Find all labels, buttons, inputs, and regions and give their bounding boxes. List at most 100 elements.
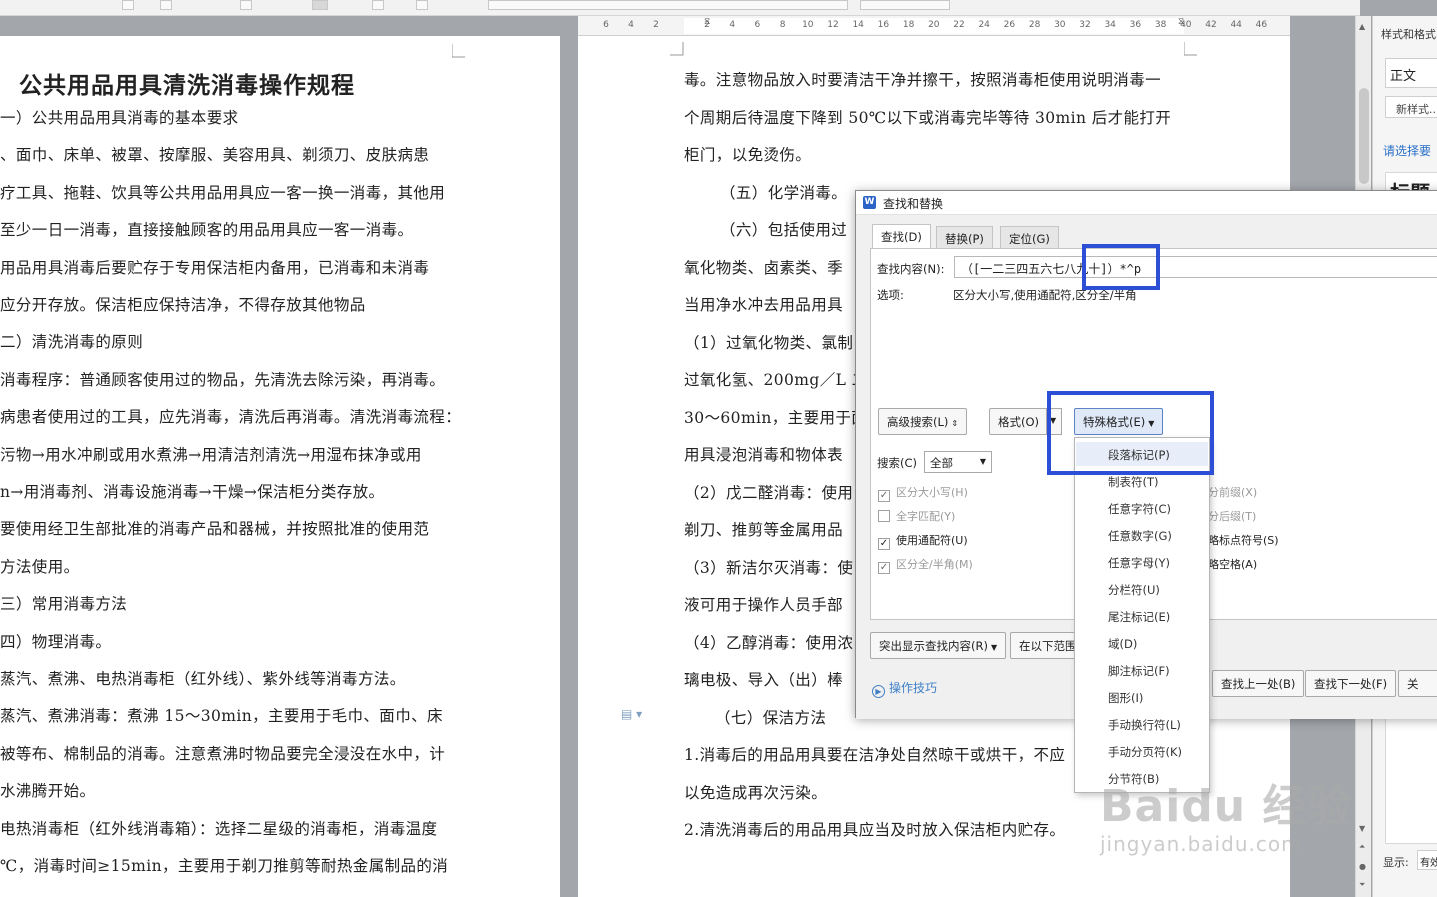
- match-prefix-checkbox[interactable]: 分前缀(X): [1208, 484, 1257, 500]
- ruler-tick-label: 6: [754, 20, 761, 30]
- use-wildcards-checkbox[interactable]: ✓ 使用通配符(U): [878, 532, 968, 550]
- document-page-left[interactable]: 公共用品用具清洗消毒操作规程 一）公共用品用具消毒的基本要求 、面巾、床单、被罩、…: [0, 36, 560, 897]
- body-text-line: 污物→用水冲刷或用水煮沸→用清洁剂清洗→用湿布抹净或用: [0, 445, 422, 464]
- toolbar-button[interactable]: [160, 0, 172, 10]
- highlight-results-label: 突出显示查找内容(R): [879, 639, 988, 653]
- right-indent-marker-icon[interactable]: ⧖: [1178, 17, 1184, 27]
- ruler-tick-label: 28: [1028, 20, 1041, 30]
- find-previous-button[interactable]: 查找上一处(B): [1212, 670, 1305, 697]
- body-text-line: 氧化物类、卤素类、季: [684, 258, 844, 277]
- ruler-tick-label: 46: [1255, 20, 1268, 30]
- search-direction-select[interactable]: 全部 ▼: [924, 451, 992, 473]
- select-browse-icon[interactable]: ●: [1359, 862, 1366, 871]
- ruler-tick-label: 42: [1205, 20, 1217, 30]
- special-menu-item[interactable]: 域(D): [1076, 631, 1208, 655]
- body-text-line: 电热消毒柜（红外线消毒箱）：选择二星级的消毒柜，消毒温度: [0, 819, 438, 838]
- ruler-tick-label: 2: [653, 20, 659, 30]
- document-icon[interactable]: ▤ ▾: [621, 707, 642, 721]
- indent-marker-icon[interactable]: ⧖: [704, 17, 710, 27]
- ruler-tick-label: 30: [1054, 20, 1066, 30]
- show-select[interactable]: 有效: [1417, 850, 1437, 870]
- baidu-watermark: Baidu 经验 jingyan.baidu.com: [1100, 770, 1352, 856]
- close-button[interactable]: 关: [1398, 670, 1437, 697]
- toolbar-button[interactable]: [372, 0, 384, 10]
- page-corner-mark: [452, 44, 465, 58]
- body-text-line: 过氧化氢、200mg／L 二: [684, 371, 868, 389]
- body-text-line: 、面巾、床单、被罩、按摩服、美容用具、剃须刀、皮肤病患: [0, 146, 430, 165]
- match-case-checkbox[interactable]: ✓ 区分大小写(H): [878, 484, 968, 502]
- advanced-search-button[interactable]: 高级搜索(L) ⇕: [878, 408, 968, 435]
- body-text-line: 二）清洗消毒的原则: [0, 333, 144, 352]
- toolbar-button[interactable]: [122, 0, 134, 10]
- tab-replace[interactable]: 替换(P): [936, 226, 993, 248]
- toolbar-button[interactable]: [240, 0, 252, 10]
- styles-hint: 请选择要: [1383, 144, 1432, 158]
- horizontal-ruler[interactable]: 6 4 2 2 4 6 8 10 12 14 16 18 20 22 24 26 28 30 32 34 36 38 40 4…: [578, 16, 1290, 36]
- ruler-tick-label: 20: [928, 20, 940, 30]
- checkbox-checked-icon: ✓: [878, 490, 890, 502]
- highlight-results-button[interactable]: 突出显示查找内容(R) ▼: [870, 632, 1007, 659]
- body-text-line: 1.消毒后的用品用具要在洁净处自然晾干或烘干，不应: [684, 746, 1066, 764]
- current-style-select[interactable]: 正文: [1385, 58, 1437, 88]
- whole-word-checkbox[interactable]: 全字匹配(Y): [878, 508, 955, 524]
- ruler-tick-label: 32: [1079, 20, 1091, 30]
- body-text-line: 蒸汽、煮沸消毒：煮沸 15～30min，主要用于毛巾、面巾、床: [0, 707, 443, 726]
- body-text-line: 疗工具、拖鞋、饮具等公共用品用具应一客一换一消毒，其他用: [0, 183, 446, 202]
- special-menu-item[interactable]: 脚注标记(F): [1076, 658, 1208, 682]
- dialog-titlebar[interactable]: W 查找和替换: [856, 191, 1437, 215]
- find-what-input[interactable]: （[一二三四五六七八九十]）*^p: [954, 256, 1437, 278]
- find-what-label: 查找内容(N):: [877, 262, 945, 276]
- body-text-line: 四）物理消毒。: [0, 632, 112, 651]
- toolbar-button[interactable]: [312, 0, 328, 10]
- body-text-line: 剃刀、推剪等金属用品: [684, 521, 844, 539]
- special-menu-item[interactable]: 任意字母(Y): [1076, 550, 1208, 574]
- tips-link[interactable]: ▶ 操作技巧: [872, 679, 937, 698]
- ignore-spaces-checkbox[interactable]: 略空格(A): [1208, 556, 1257, 572]
- body-text-line: （3）新洁尔灭消毒：使: [684, 558, 854, 577]
- body-text-line: ℃，消毒时间≥15min，主要用于剃刀推剪等耐热金属制品的消: [0, 857, 449, 875]
- tab-find[interactable]: 查找(D): [872, 224, 931, 249]
- ignore-punctuation-checkbox[interactable]: 略标点符号(S): [1208, 532, 1279, 548]
- prev-page-icon[interactable]: ⏶: [1359, 842, 1365, 852]
- dialog-title: 查找和替换: [883, 197, 944, 211]
- body-text-line: （4）乙醇消毒：使用浓: [684, 633, 854, 652]
- special-menu-item[interactable]: 手动分页符(K): [1076, 739, 1208, 763]
- scroll-up-icon[interactable]: ▲: [1359, 22, 1365, 31]
- special-menu-item[interactable]: 任意字符(C): [1076, 496, 1208, 520]
- special-menu-item[interactable]: 任意数字(G): [1076, 523, 1208, 547]
- body-text-line: （2）戊二醛消毒：使用: [684, 483, 854, 502]
- style-gallery[interactable]: [488, 0, 848, 10]
- toolbar-button[interactable]: [416, 0, 428, 10]
- body-text-line: 要使用经卫生部批准的消毒产品和器械，并按照批准的使用范: [0, 520, 430, 539]
- match-width-checkbox[interactable]: ✓ 区分全/半角(M): [878, 556, 973, 574]
- body-text-line: 毒。注意物品放入时要清洁干净并擦干，按照消毒柜使用说明消毒一: [684, 71, 1162, 89]
- body-text-line: 以免造成再次污染。: [684, 783, 828, 802]
- checkbox-checked-icon: ✓: [878, 562, 890, 574]
- next-page-icon[interactable]: ⏷: [1359, 880, 1365, 890]
- document-title: 公共用品用具清洗消毒操作规程: [19, 72, 355, 99]
- body-text-line: 30～60min，主要用于面: [684, 408, 868, 427]
- ruler-tick-label: 8: [779, 20, 786, 30]
- ruler-tick-label: 12: [827, 20, 839, 30]
- body-text-line: 用具浸泡消毒和物体表: [684, 446, 844, 464]
- special-menu-item[interactable]: 尾注标记(E): [1076, 604, 1208, 628]
- find-next-button[interactable]: 查找下一处(F): [1305, 670, 1397, 697]
- annotation-box-special-format: [1047, 391, 1214, 475]
- new-style-button[interactable]: 新样式...: [1385, 96, 1437, 118]
- special-menu-item[interactable]: 手动换行符(L): [1076, 712, 1208, 736]
- tips-label: 操作技巧: [889, 681, 938, 695]
- body-text-line: 三）常用消毒方法: [0, 595, 128, 614]
- match-suffix-checkbox[interactable]: 分后缀(T): [1208, 508, 1256, 524]
- ruler-tick-label: 18: [902, 20, 915, 30]
- whole-word-label: 全字匹配(Y): [896, 510, 956, 523]
- scroll-down-icon[interactable]: ▼: [1359, 824, 1365, 833]
- tab-goto[interactable]: 定位(G): [1000, 226, 1059, 248]
- toolbar-button[interactable]: [860, 0, 950, 10]
- ruler-tick-label: 4: [628, 20, 634, 30]
- special-menu-item[interactable]: 图形(I): [1076, 685, 1208, 709]
- ruler-tick-label: 10: [802, 20, 814, 30]
- special-menu-item[interactable]: 分栏符(U): [1076, 577, 1208, 601]
- format-button[interactable]: 格式(O): [989, 408, 1049, 435]
- options-label: 选项:: [877, 288, 904, 302]
- scrollbar-thumb[interactable]: [1359, 88, 1369, 184]
